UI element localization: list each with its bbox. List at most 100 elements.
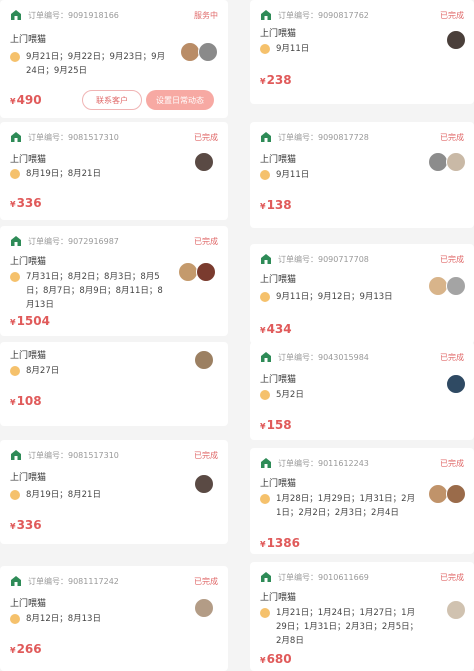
service-dates: 1月28日；1月29日；1月31日；2月1日；2月2日；2月3日；2月4日 [260, 492, 420, 520]
contact-customer-button[interactable]: 联系客户 [82, 90, 142, 110]
order-header: 订单编号： 9090717708 已完成 [260, 250, 464, 268]
pet-avatars [178, 262, 216, 282]
date-list: 8月27日 [26, 366, 60, 376]
status-badge: 已完成 [440, 352, 464, 362]
order-number: 9090817728 [318, 132, 369, 142]
clock-icon [260, 292, 270, 302]
pet-avatar [194, 152, 214, 172]
order-number-label: 订单编号： [28, 132, 68, 142]
shop-icon [11, 576, 21, 586]
order-header: 订单编号： 9043015984 已完成 [260, 348, 464, 366]
order-card[interactable]: 订单编号： 9043015984 已完成 上门喂猫 5月2日 ¥158 [250, 342, 474, 440]
pet-avatars [194, 152, 214, 172]
order-card[interactable]: 订单编号： 9011612243 已完成 上门喂猫 1月28日；1月29日；1月… [250, 448, 474, 554]
service-name: 上门喂猫 [260, 155, 297, 165]
service-dates: 8月27日 [10, 364, 170, 378]
date-list: 7月31日；8月2日；8月3日；8月5日；8月7日；8月9日；8月11日；8月1… [26, 272, 163, 310]
order-header: 订单编号： 9072916987 已完成 [10, 232, 218, 250]
order-number: 9090817762 [318, 10, 369, 20]
order-card[interactable]: 订单编号： 9090717708 已完成 上门喂猫 9月11日；9月12日；9月… [250, 244, 474, 344]
currency-symbol: ¥ [260, 540, 266, 549]
service-name: 上门喂猫 [10, 257, 47, 267]
shop-icon [261, 458, 271, 468]
order-card[interactable]: 上门喂猫 8月27日 ¥108 [0, 342, 228, 426]
currency-symbol: ¥ [10, 398, 16, 407]
status-badge: 已完成 [194, 236, 218, 246]
clock-icon [10, 366, 20, 376]
pet-avatars [180, 42, 218, 62]
service-name: 上门喂猫 [10, 35, 47, 45]
currency-symbol: ¥ [260, 422, 266, 431]
order-card[interactable]: 订单编号： 9010611669 已完成 上门喂猫 1月21日；1月24日；1月… [250, 562, 474, 671]
order-card[interactable]: 订单编号： 9081517310 已完成 上门喂猫 8月19日；8月21日 ¥3… [0, 122, 228, 220]
status-badge: 已完成 [194, 576, 218, 586]
service-name: 上门喂猫 [10, 599, 47, 609]
pet-avatar [198, 42, 218, 62]
pet-avatars [428, 276, 466, 296]
service-name: 上门喂猫 [260, 29, 297, 39]
order-price: ¥108 [10, 394, 42, 408]
order-number: 9043015984 [318, 352, 369, 362]
service-name: 上门喂猫 [10, 473, 47, 483]
service-dates: 8月12日；8月13日 [10, 612, 170, 626]
pet-avatars [428, 484, 466, 504]
order-card[interactable]: 订单编号： 9091918166 服务中 上门喂猫 9月21日；9月22日；9月… [0, 0, 228, 118]
order-price: ¥336 [10, 518, 42, 532]
clock-icon [260, 170, 270, 180]
pet-avatar [446, 374, 466, 394]
order-header: 订单编号： 9010611669 已完成 [260, 568, 464, 586]
service-dates: 9月11日；9月12日；9月13日 [260, 290, 420, 304]
date-list: 8月19日；8月21日 [26, 490, 101, 500]
order-card[interactable]: 订单编号： 9081517310 已完成 上门喂猫 8月19日；8月21日 ¥3… [0, 440, 228, 544]
order-price: ¥158 [260, 418, 292, 432]
clock-icon [260, 390, 270, 400]
order-number-label: 订单编号： [278, 132, 318, 142]
clock-icon [10, 52, 20, 62]
clock-icon [10, 272, 20, 282]
currency-symbol: ¥ [260, 656, 266, 665]
set-daily-status-button[interactable]: 设置日常动态 [146, 90, 214, 110]
shop-icon [11, 132, 21, 142]
order-header: 订单编号： 9090817762 已完成 [260, 6, 464, 24]
order-header: 订单编号： 9081517310 已完成 [10, 446, 218, 464]
pet-avatar [446, 276, 466, 296]
status-badge: 服务中 [194, 10, 218, 20]
order-number: 9091918166 [68, 10, 119, 20]
order-number: 9010611669 [318, 572, 369, 582]
shop-icon [261, 10, 271, 20]
order-number-label: 订单编号： [278, 352, 318, 362]
shop-icon [11, 10, 21, 20]
clock-icon [10, 614, 20, 624]
order-card[interactable]: 订单编号： 9081117242 已完成 上门喂猫 8月12日；8月13日 ¥2… [0, 566, 228, 671]
service-name: 上门喂猫 [10, 155, 47, 165]
pet-avatars [194, 350, 214, 370]
date-list: 9月11日；9月12日；9月13日 [276, 292, 393, 302]
order-price: ¥238 [260, 73, 292, 87]
order-number: 9081517310 [68, 450, 119, 460]
order-card[interactable]: 订单编号： 9090817728 已完成 上门喂猫 9月11日 ¥138 [250, 122, 474, 228]
currency-symbol: ¥ [10, 318, 16, 327]
order-card[interactable]: 订单编号： 9072916987 已完成 上门喂猫 7月31日；8月2日；8月3… [0, 226, 228, 336]
pet-avatars [194, 598, 214, 618]
order-price: ¥138 [260, 198, 292, 212]
pet-avatar [428, 152, 448, 172]
clock-icon [10, 490, 20, 500]
pet-avatar [194, 350, 214, 370]
currency-symbol: ¥ [10, 646, 16, 655]
service-name: 上门喂猫 [260, 593, 297, 603]
order-price: ¥680 [260, 652, 292, 666]
shop-icon [261, 352, 271, 362]
shop-icon [261, 254, 271, 264]
order-number: 9081117242 [68, 576, 119, 586]
service-dates: 8月19日；8月21日 [10, 488, 170, 502]
order-price: ¥490 [10, 93, 42, 107]
pet-avatar [446, 600, 466, 620]
date-list: 8月12日；8月13日 [26, 614, 101, 624]
service-dates: 9月11日 [260, 42, 420, 56]
order-card[interactable]: 订单编号： 9090817762 已完成 上门喂猫 9月11日 ¥238 [250, 0, 474, 104]
pet-avatar [178, 262, 198, 282]
service-dates: 7月31日；8月2日；8月3日；8月5日；8月7日；8月9日；8月11日；8月1… [10, 270, 170, 312]
pet-avatars [446, 374, 466, 394]
status-badge: 已完成 [440, 254, 464, 264]
order-price: ¥1504 [10, 314, 50, 328]
